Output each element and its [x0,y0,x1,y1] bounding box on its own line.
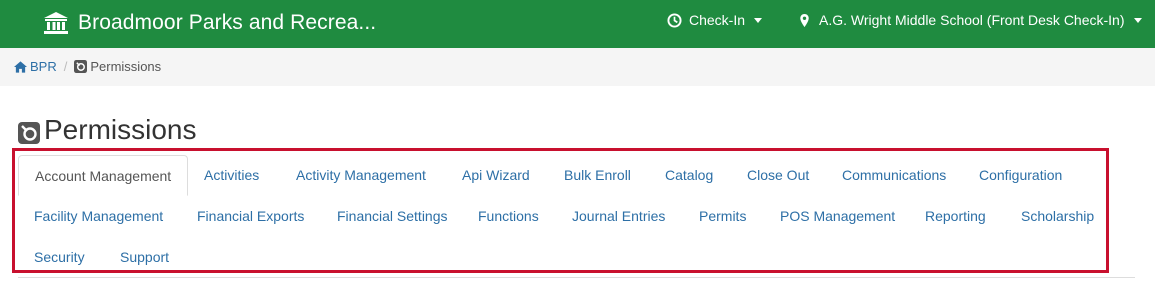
top-navbar: Broadmoor Parks and Recrea... Check-In A… [0,0,1155,48]
page-title: Permissions [44,114,197,145]
chevron-down-icon [754,17,763,23]
checkin-label: Check-In [689,12,746,28]
breadcrumb-bar: BPR / Permissions [0,48,1155,86]
map-pin-icon [800,13,809,27]
breadcrumb-home-link[interactable]: BPR [14,59,57,74]
permissions-icon [18,122,40,144]
app-title: Broadmoor Parks and Recrea... [78,11,377,34]
page-header: Permissions [18,114,196,146]
permissions-icon [74,60,88,73]
breadcrumb-current: Permissions [74,59,161,74]
breadcrumb-separator: / [63,59,68,74]
clock-icon [667,12,682,28]
highlight-outline [12,148,1109,273]
location-dropdown[interactable]: A.G. Wright Middle School (Front Desk Ch… [797,12,1142,28]
chevron-down-icon [1133,17,1142,23]
tabs-baseline [18,277,1135,278]
home-icon [14,60,27,73]
location-label: A.G. Wright Middle School (Front Desk Ch… [819,12,1125,28]
checkin-dropdown[interactable]: Check-In [667,12,763,28]
breadcrumb: BPR / Permissions [14,59,161,74]
bank-building-icon [44,12,68,34]
brand[interactable]: Broadmoor Parks and Recrea... [44,8,376,38]
